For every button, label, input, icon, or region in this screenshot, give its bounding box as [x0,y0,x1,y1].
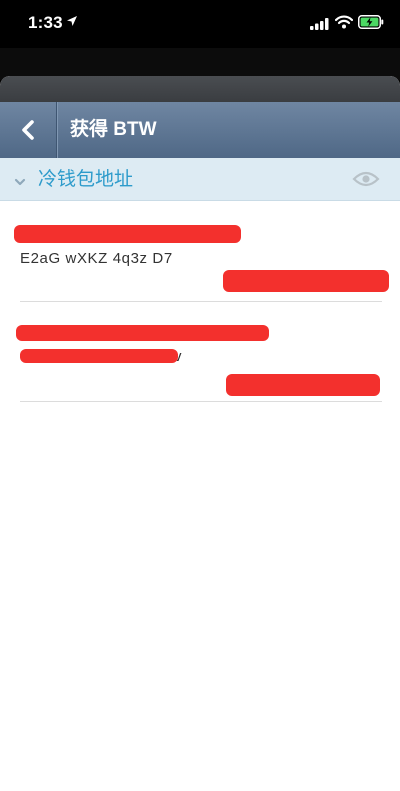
status-time: 1:33 [28,13,63,32]
status-bar: 1:33 [0,0,400,48]
navigation-bar: 获得 BTW [0,102,400,159]
cold-wallet-section-header[interactable]: 冷钱包地址 [0,158,400,201]
redaction-bar [14,225,241,243]
wifi-icon [334,15,354,34]
nav-divider [56,102,57,158]
page-title: 获得 BTW [70,119,157,140]
chevron-left-icon [22,120,34,140]
item-divider [20,301,382,302]
modal-sheet: 获得 BTW 冷钱包地址 E2aG wXKZ 4q3z D7 v [0,76,400,791]
eye-icon [352,171,380,187]
redaction-bar [20,349,178,363]
chevron-down-icon [14,174,26,192]
redaction-bar [226,374,380,396]
back-button[interactable] [0,102,56,158]
address-list-item[interactable]: v [0,316,400,406]
sheet-top-strip [0,76,400,102]
address-list-item[interactable]: E2aG wXKZ 4q3z D7 [0,216,400,306]
location-arrow-icon [66,14,78,32]
address-text: E2aG wXKZ 4q3z D7 [20,250,173,267]
item-divider [20,401,382,402]
toggle-visibility-button[interactable] [351,168,381,190]
battery-charging-icon [358,15,384,34]
cellular-signal-icon [310,17,330,35]
section-title: 冷钱包地址 [38,168,134,190]
redaction-bar [223,270,389,292]
redaction-bar [16,325,269,341]
